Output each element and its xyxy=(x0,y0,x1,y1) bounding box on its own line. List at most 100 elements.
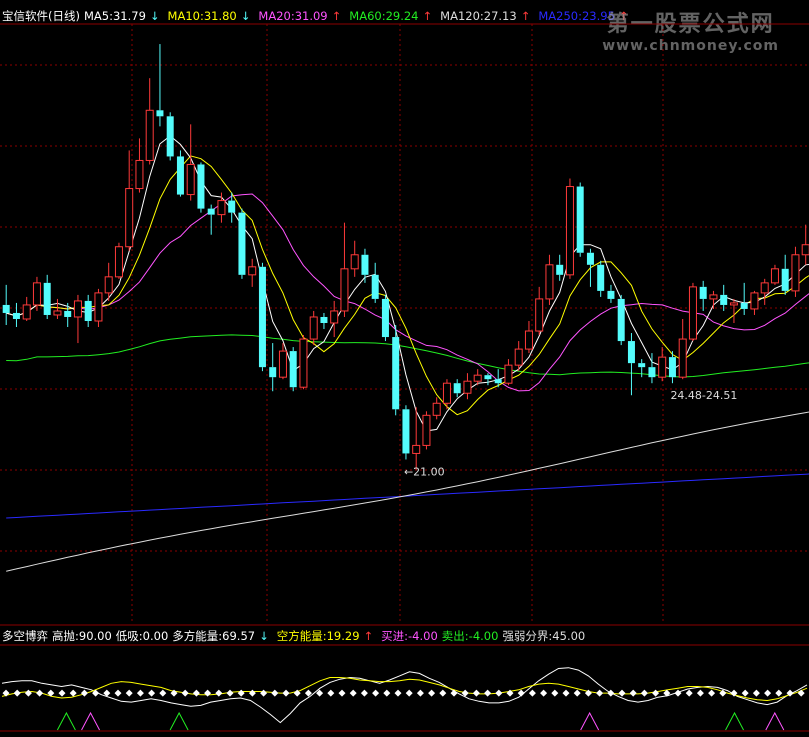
candle-up xyxy=(504,364,513,384)
strength-divide-marker xyxy=(517,689,525,697)
strength-divide-marker xyxy=(484,689,492,697)
strength-divide-marker xyxy=(472,689,480,697)
candle-down xyxy=(228,200,236,213)
candle-down xyxy=(699,286,707,299)
candle-down xyxy=(289,351,297,388)
candle-up xyxy=(463,380,472,394)
candle-up xyxy=(545,264,554,300)
strength-divide-marker xyxy=(495,689,503,697)
candle-down xyxy=(197,164,205,209)
strength-divide-marker xyxy=(439,689,447,697)
candle-up xyxy=(422,414,431,446)
buy-signal-marker xyxy=(56,711,76,731)
strength-divide-marker xyxy=(416,689,424,697)
candle-up xyxy=(135,159,144,190)
candle-up xyxy=(94,292,103,322)
strength-divide-marker xyxy=(629,689,637,697)
candle-down xyxy=(381,298,389,338)
strength-divide-marker xyxy=(573,689,581,697)
buy-signal-marker xyxy=(725,711,744,731)
candle-up xyxy=(53,310,62,316)
candle-down xyxy=(361,254,369,275)
candle-down xyxy=(453,383,461,394)
candle-up xyxy=(535,298,544,332)
buy-signal-marker xyxy=(169,711,189,731)
strength-divide-marker xyxy=(405,689,413,697)
candle-up xyxy=(514,348,523,366)
strength-divide-marker xyxy=(327,689,335,697)
strength-divide-marker xyxy=(528,689,536,697)
candle-up xyxy=(729,302,738,306)
strength-divide-marker xyxy=(674,689,682,697)
candle-down xyxy=(668,357,676,378)
candle-down xyxy=(64,310,72,317)
candle-down xyxy=(638,363,646,368)
strength-divide-marker xyxy=(349,689,357,697)
candle-up xyxy=(248,266,257,276)
candle-up xyxy=(299,338,308,388)
candle-up xyxy=(73,300,82,318)
candle-up xyxy=(125,188,134,248)
candle-down xyxy=(576,186,584,253)
candle-down xyxy=(720,294,728,305)
strength-divide-marker xyxy=(181,689,189,697)
strength-divide-marker xyxy=(13,689,21,697)
candle-down xyxy=(238,212,246,275)
candle-down xyxy=(484,375,492,380)
strength-divide-marker xyxy=(226,689,234,697)
strength-divide-marker xyxy=(24,689,32,697)
strength-divide-marker xyxy=(148,689,156,697)
strength-divide-marker xyxy=(58,689,66,697)
candle-down xyxy=(402,409,410,454)
candle-up xyxy=(350,254,359,270)
candle-up xyxy=(442,382,451,404)
candle-up xyxy=(340,268,349,312)
candle-down xyxy=(617,298,625,342)
price-annotation: ←21.00 xyxy=(404,465,445,478)
candle-up xyxy=(760,282,769,294)
candle-up xyxy=(104,276,113,294)
candle-up xyxy=(114,246,123,278)
candle-down xyxy=(627,341,635,364)
strength-divide-marker xyxy=(114,689,122,697)
candle-up xyxy=(678,338,687,378)
candle-down xyxy=(586,252,594,265)
candle-down xyxy=(12,312,20,319)
candle-up xyxy=(278,350,287,378)
candle-up xyxy=(145,109,154,161)
ma5-line xyxy=(6,135,809,432)
strength-divide-marker xyxy=(204,689,212,697)
strength-divide-marker xyxy=(741,689,749,697)
chart-svg: ←21.00 24.48-24.51 xyxy=(0,23,809,732)
candle-down xyxy=(207,208,215,215)
strength-divide-marker xyxy=(696,689,704,697)
strength-divide-marker xyxy=(685,689,693,697)
candle-up xyxy=(32,282,41,306)
strength-divide-marker xyxy=(394,689,402,697)
candle-down xyxy=(156,110,164,117)
strength-divide-marker xyxy=(215,689,223,697)
candle-down xyxy=(607,290,615,299)
candle-down xyxy=(176,156,184,195)
candle-up xyxy=(770,268,779,284)
candle-down xyxy=(781,268,789,291)
candle-down xyxy=(740,302,748,309)
candle-up xyxy=(565,186,574,276)
strength-divide-marker xyxy=(125,689,133,697)
strength-divide-marker xyxy=(80,689,88,697)
sell-signal-marker xyxy=(81,711,100,731)
strength-divide-marker xyxy=(551,689,559,697)
sell-signal-marker xyxy=(765,711,785,731)
strength-divide-marker xyxy=(237,689,245,697)
candle-down xyxy=(597,264,605,291)
strength-divide-marker xyxy=(596,689,604,697)
strength-divide-marker xyxy=(271,689,279,697)
candle-down xyxy=(392,337,400,410)
strength-divide-marker xyxy=(69,689,77,697)
strength-divide-marker xyxy=(192,689,200,697)
candle-up xyxy=(217,200,226,216)
strength-divide-marker xyxy=(282,689,290,697)
bull-energy-line xyxy=(1,667,808,724)
sell-signal-marker xyxy=(580,711,600,731)
strength-divide-marker xyxy=(618,689,626,697)
